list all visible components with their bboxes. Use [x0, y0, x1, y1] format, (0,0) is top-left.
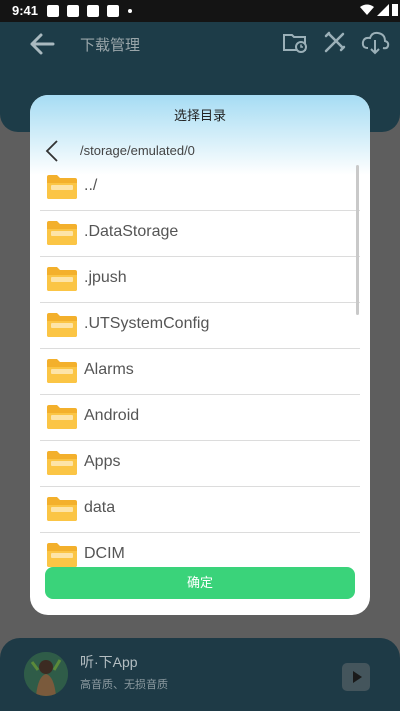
directory-item[interactable]: .DataStorage [40, 211, 360, 257]
notification-icon [107, 5, 119, 17]
notification-icon [47, 5, 59, 17]
folder-icon [47, 451, 77, 475]
mini-player[interactable]: 听·下App 高音质、无损音质 [0, 638, 400, 711]
directory-item[interactable]: data [40, 487, 360, 533]
notification-icon [67, 5, 79, 17]
directory-item[interactable]: Android [40, 395, 360, 441]
cloud-download-icon[interactable] [360, 28, 390, 56]
directory-list: ../ .DataStorage .jpush .UTSystemConfig … [40, 165, 360, 578]
directory-item-label: .UTSystemConfig [84, 315, 210, 332]
directory-item-label: data [84, 499, 116, 516]
player-title: 听·下App [80, 654, 138, 670]
directory-item[interactable]: Apps [40, 441, 360, 487]
directory-item[interactable]: ../ [40, 165, 360, 211]
battery-icon [392, 4, 398, 16]
directory-item[interactable]: Alarms [40, 349, 360, 395]
list-scrollbar[interactable] [356, 165, 359, 315]
signal-icon [377, 4, 389, 16]
folder-icon [47, 405, 77, 429]
confirm-button[interactable]: 确定 [45, 567, 355, 599]
folder-icon [47, 221, 77, 245]
folder-icon [47, 175, 77, 199]
folder-icon [47, 313, 77, 337]
page-title: 下载管理 [80, 37, 141, 54]
folder-icon [47, 267, 77, 291]
play-icon[interactable] [342, 663, 370, 691]
wifi-icon [360, 4, 374, 15]
chevron-left-icon[interactable] [44, 139, 60, 163]
select-directory-dialog: 选择目录 /storage/emulated/0 ../ .DataStorag… [30, 95, 370, 615]
directory-item[interactable]: .jpush [40, 257, 360, 303]
directory-item[interactable]: .UTSystemConfig [40, 303, 360, 349]
directory-item-label: Android [84, 407, 140, 424]
player-subtitle: 高音质、无损音质 [80, 679, 168, 691]
status-time: 9:41 [12, 3, 39, 18]
directory-item-label: Alarms [84, 361, 134, 378]
folder-icon [47, 497, 77, 521]
directory-item-label: Apps [84, 453, 121, 470]
directory-item-label: .jpush [84, 269, 127, 286]
folder-clock-icon[interactable] [281, 28, 309, 56]
more-notifications-icon [128, 9, 132, 13]
directory-item-label: .DataStorage [84, 223, 179, 240]
directory-item-label: DCIM [84, 545, 125, 562]
notification-icon [87, 5, 99, 17]
current-path: /storage/emulated/0 [80, 143, 195, 158]
folder-icon [47, 543, 77, 567]
tools-icon[interactable] [321, 28, 349, 56]
directory-item-label: ../ [84, 177, 98, 194]
album-avatar [24, 652, 68, 696]
folder-icon [47, 359, 77, 383]
status-bar: 9:41 [0, 0, 400, 22]
dialog-title: 选择目录 [173, 108, 226, 123]
back-arrow-icon[interactable] [28, 30, 56, 58]
